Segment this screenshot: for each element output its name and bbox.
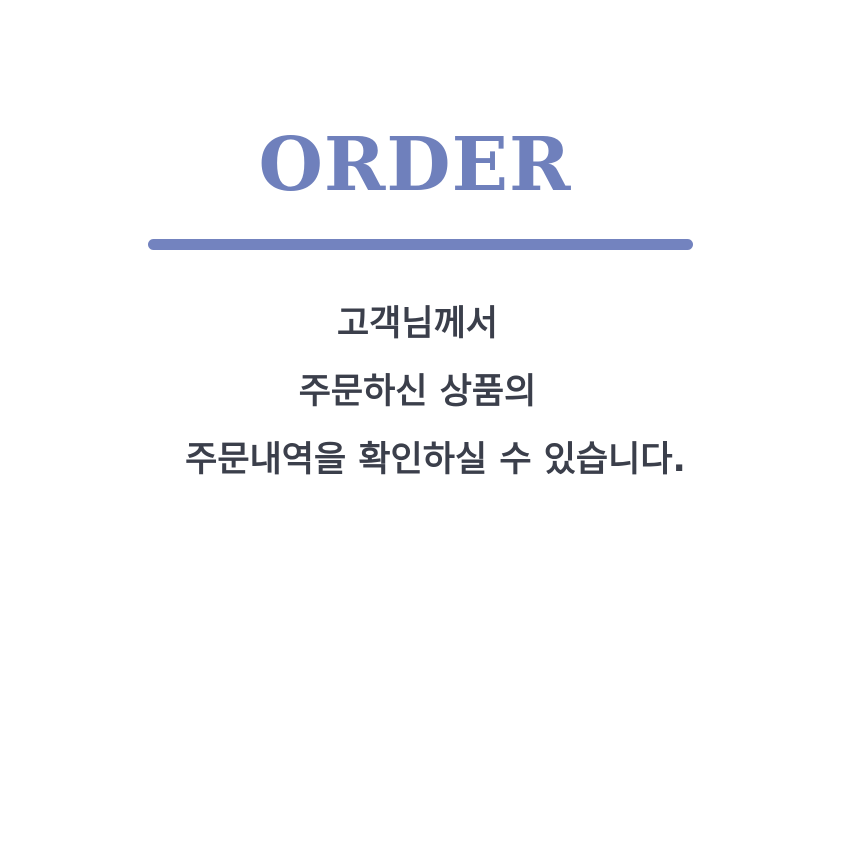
message-line-2: 주문하신 상품의 — [298, 372, 537, 412]
order-notice-panel: ORDER 고객님께서 주문하신 상품의 주문내역을 확인하실 수 있습니다. — [0, 0, 851, 851]
page-title: ORDER — [258, 122, 572, 208]
title-divider — [148, 239, 693, 250]
message-line-3: 주문내역을 확인하실 수 있습니다. — [185, 440, 686, 480]
message-line-1: 고객님께서 — [336, 304, 498, 344]
